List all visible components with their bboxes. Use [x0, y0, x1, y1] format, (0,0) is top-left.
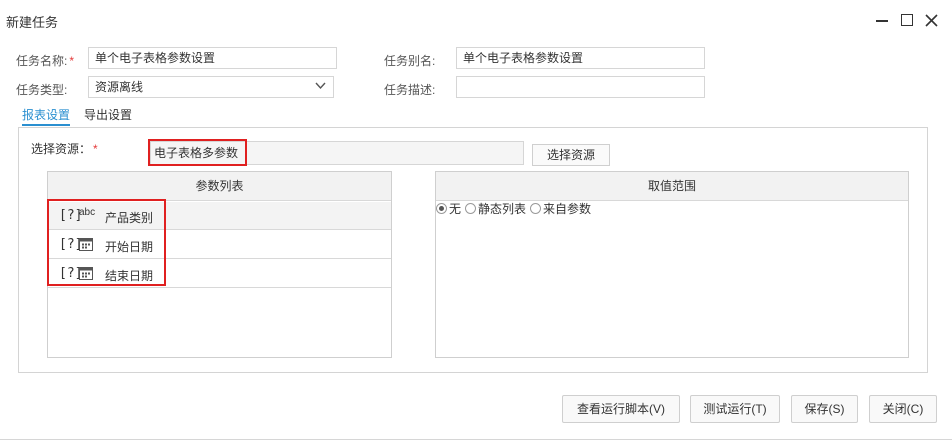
radio-unchecked-icon	[465, 203, 477, 214]
params-highlight-box	[47, 199, 166, 286]
tab-report-settings[interactable]: 报表设置	[22, 106, 71, 126]
task-alias-label: 任务别名:	[384, 54, 436, 68]
window-title: 新建任务	[6, 15, 59, 30]
chevron-down-icon	[315, 82, 326, 90]
title-bar: 新建任务	[0, 0, 952, 40]
task-type-select[interactable]: 资源离线	[88, 76, 334, 98]
task-type-label: 任务类型:	[16, 83, 68, 97]
task-alias-input[interactable]: 单个电子表格参数设置	[456, 47, 705, 69]
value-range-header: 取值范围	[436, 172, 908, 201]
maximize-icon[interactable]	[897, 10, 917, 30]
task-desc-label: 任务描述:	[384, 83, 436, 97]
select-resource-button[interactable]: 选择资源	[532, 144, 610, 166]
select-resource-label: 选择资源： *	[31, 142, 98, 156]
task-name-label: 任务名称: *	[16, 54, 75, 68]
bottom-divider	[0, 439, 952, 440]
task-name-input[interactable]: 单个电子表格参数设置	[88, 47, 337, 69]
close-icon[interactable]	[921, 10, 941, 30]
tab-export-settings[interactable]: 导出设置	[84, 106, 132, 126]
radio-checked-icon	[436, 203, 447, 214]
range-radio-group: 无 静态列表 来自参数	[436, 200, 595, 217]
minimize-icon[interactable]	[872, 10, 892, 30]
radio-static-list[interactable]: 静态列表	[465, 200, 526, 217]
test-run-button[interactable]: 测试运行(T)	[690, 395, 780, 423]
save-button[interactable]: 保存(S)	[791, 395, 858, 423]
close-button[interactable]: 关闭(C)	[869, 395, 937, 423]
radio-from-param[interactable]: 来自参数	[530, 200, 591, 217]
task-type-value: 资源离线	[95, 80, 144, 94]
view-run-script-button[interactable]: 查看运行脚本(V)	[562, 395, 680, 423]
task-desc-input[interactable]	[456, 76, 705, 98]
param-list-header: 参数列表	[48, 172, 391, 201]
radio-unchecked-icon	[530, 203, 542, 214]
radio-none[interactable]: 无	[436, 200, 461, 217]
